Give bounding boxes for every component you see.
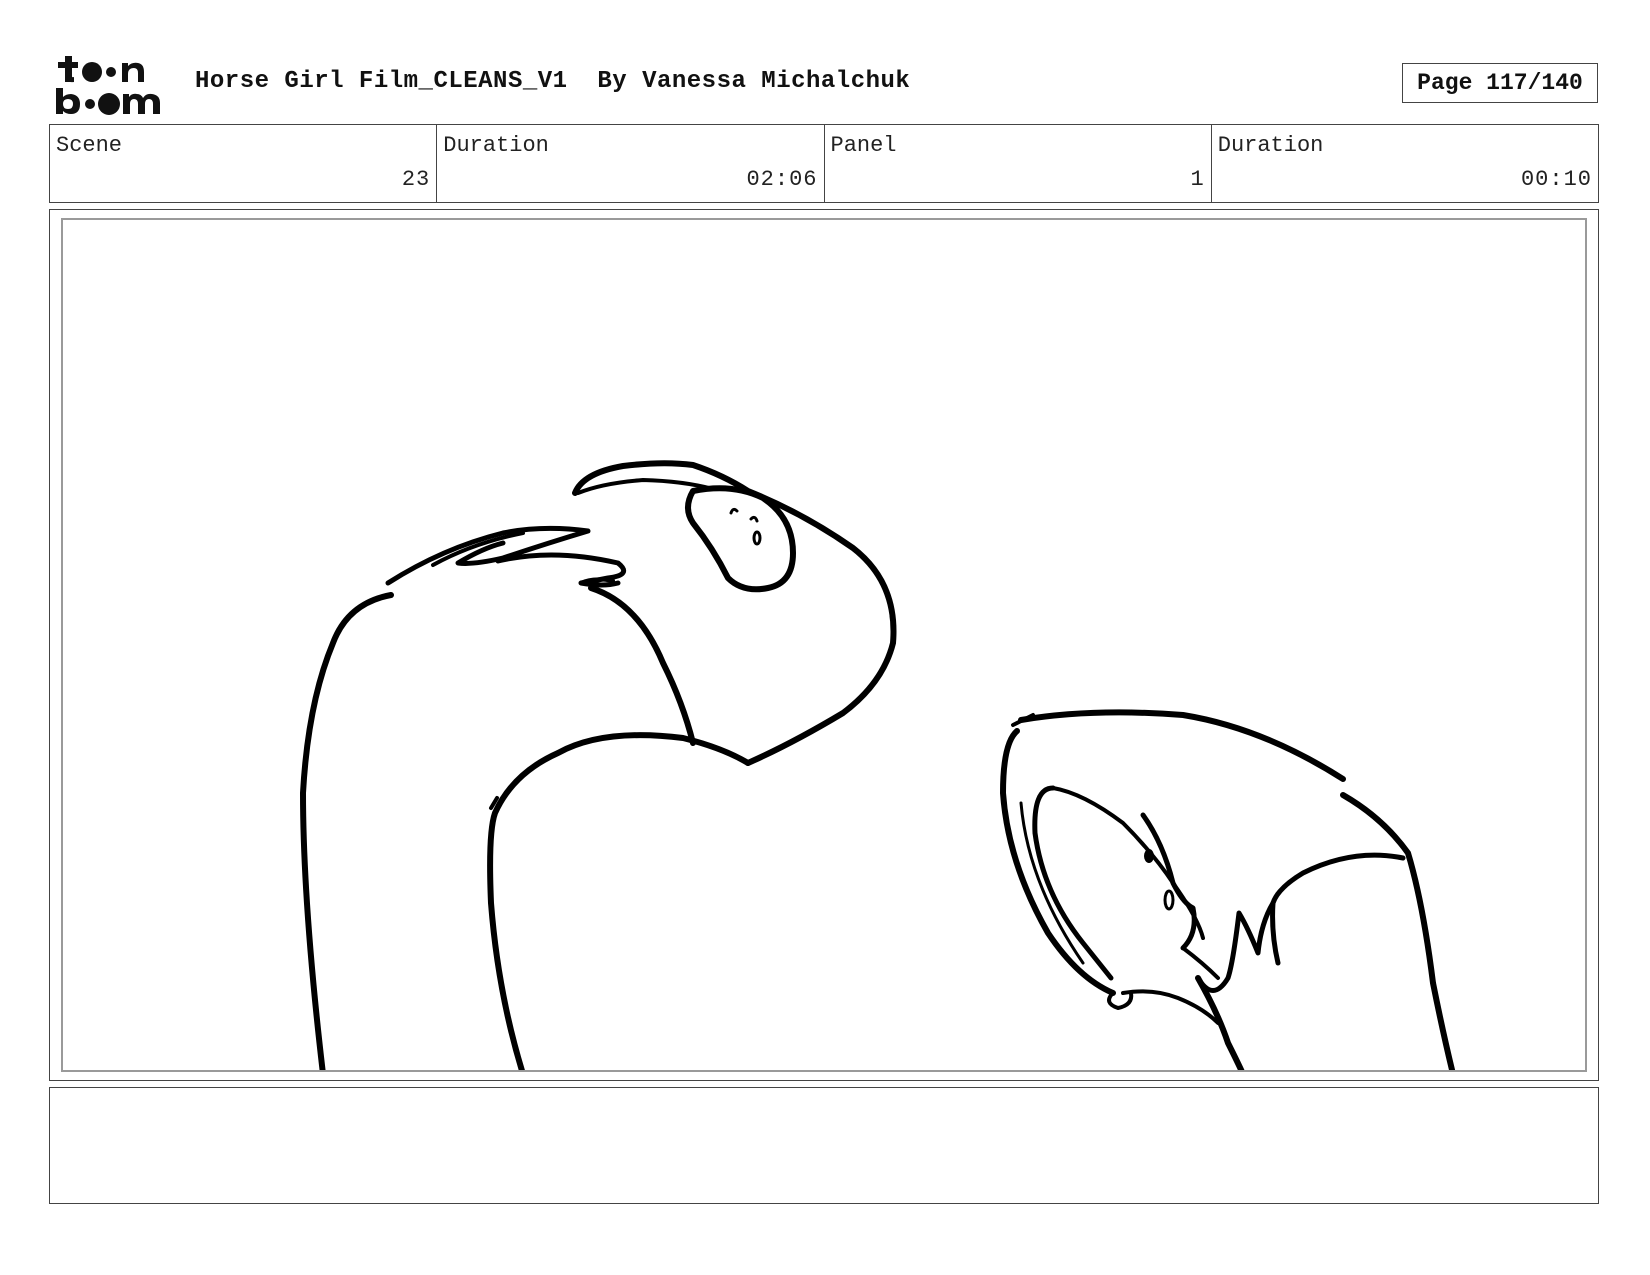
- left-horse-back-line: [300, 592, 394, 1070]
- scene-value: 23: [401, 167, 431, 192]
- panel-cell: Panel 1: [825, 125, 1212, 202]
- panel-label: Panel: [830, 133, 897, 158]
- scene-cell: Scene 23: [50, 125, 438, 202]
- scene-duration-label: Duration: [443, 133, 549, 158]
- panel-notes-box: [49, 1087, 1599, 1204]
- left-horse-body: [487, 732, 751, 1070]
- document-title: Horse Girl Film_CLEANS_V1 By Vanessa Mic…: [195, 68, 911, 95]
- scene-info-bar: Scene 23 Duration 02:06 Panel 1 Duration…: [49, 124, 1599, 203]
- scene-duration-value: 02:06: [746, 167, 818, 192]
- storyboard-panel-frame: [49, 209, 1599, 1081]
- panel-duration-label: Duration: [1217, 133, 1324, 158]
- storyboard-panel-image: [61, 218, 1587, 1072]
- page-number: Page 117/140: [1402, 63, 1598, 103]
- scene-duration-cell: Duration 02:06: [437, 125, 825, 202]
- panel-duration-value: 00:10: [1520, 167, 1592, 192]
- right-horse-mane: [1340, 792, 1456, 1070]
- panel-value: 1: [1190, 167, 1205, 192]
- right-horse-head-top: [1018, 709, 1346, 782]
- panel-duration-cell: Duration 00:10: [1212, 125, 1598, 202]
- scene-label: Scene: [56, 133, 123, 158]
- right-horse-face: [1140, 812, 1197, 951]
- toon-boom-logo: [52, 52, 172, 116]
- left-horse-neck-front: [588, 585, 696, 746]
